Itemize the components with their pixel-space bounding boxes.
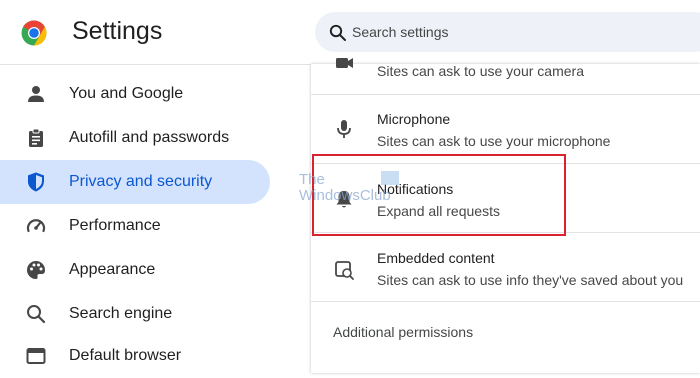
search-placeholder: Search settings xyxy=(352,24,449,40)
permission-row-camera[interactable]: Sites can ask to use your camera xyxy=(311,58,700,95)
sidebar-item-privacy-and-security[interactable]: Privacy and security xyxy=(0,160,270,204)
speedometer-icon xyxy=(26,219,46,233)
sidebar-item-appearance[interactable]: Appearance xyxy=(0,248,270,292)
clipboard-icon xyxy=(29,128,43,147)
watermark-logo xyxy=(381,171,399,185)
permission-title: Embedded content xyxy=(377,250,495,266)
sidebar-item-label: Search engine xyxy=(69,305,173,322)
search-icon xyxy=(329,24,346,41)
browser-window-icon xyxy=(26,348,46,364)
sidebar-item-label: Privacy and security xyxy=(69,173,213,190)
microphone-icon xyxy=(337,120,351,138)
sidebar-item-autofill[interactable]: Autofill and passwords xyxy=(0,116,270,160)
sidebar-item-label: Performance xyxy=(69,217,161,234)
watermark-line-2: WindowsClub xyxy=(299,187,391,204)
search-icon xyxy=(27,305,46,324)
permission-subtitle: Sites can ask to use your microphone xyxy=(377,133,611,149)
sidebar-item-label: Autofill and passwords xyxy=(69,129,230,146)
sidebar-item-label: Appearance xyxy=(69,261,156,278)
page-title: Settings xyxy=(72,17,163,45)
additional-permissions-heading[interactable]: Additional permissions xyxy=(333,324,473,340)
permission-subtitle: Sites can ask to use info they've saved … xyxy=(377,272,684,288)
sidebar-item-you-and-google[interactable]: You and Google xyxy=(0,72,270,116)
sidebar-item-search-engine[interactable]: Search engine xyxy=(0,292,270,336)
sidebar-item-label: Default browser xyxy=(69,347,182,364)
permission-subtitle: Sites can ask to use your camera xyxy=(377,63,584,79)
embedded-content-icon xyxy=(335,261,354,280)
search-input[interactable]: Search settings xyxy=(315,12,700,52)
camera-icon xyxy=(336,58,353,68)
sidebar: You and Google Autofill and passwords Pr… xyxy=(0,64,290,373)
sidebar-item-default-browser[interactable]: Default browser xyxy=(0,334,270,378)
chrome-logo-icon xyxy=(21,20,47,46)
permission-title: Microphone xyxy=(377,111,451,127)
watermark-line-1: The xyxy=(299,171,325,188)
person-icon xyxy=(28,86,44,102)
sidebar-item-label: You and Google xyxy=(69,85,184,102)
sidebar-item-performance[interactable]: Performance xyxy=(0,204,270,248)
watermark: The WindowsClub xyxy=(299,172,391,204)
shield-icon xyxy=(28,172,44,192)
palette-icon xyxy=(27,261,45,279)
permission-row-embedded-content[interactable]: Embedded content Sites can ask to use in… xyxy=(311,233,700,302)
